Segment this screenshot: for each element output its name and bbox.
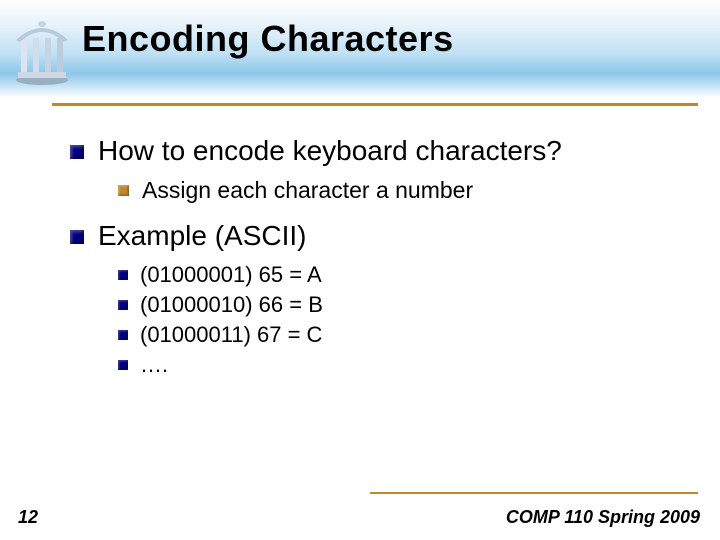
bullet-text: (01000001) 65 = A <box>140 262 322 288</box>
bullet-level1: Example (ASCII) <box>70 220 690 252</box>
slide-title: Encoding Characters <box>82 18 454 60</box>
bullet-text: How to encode keyboard characters? <box>98 135 562 167</box>
page-number: 12 <box>18 507 38 528</box>
bullet-level2: Assign each character a number <box>118 177 690 204</box>
square-bullet-icon <box>118 270 128 280</box>
bullet-level3: (01000010) 66 = B <box>118 292 690 318</box>
bullet-level1: How to encode keyboard characters? <box>70 135 690 167</box>
bullet-text: (01000011) 67 = C <box>140 322 322 348</box>
content-area: How to encode keyboard characters? Assig… <box>70 135 690 394</box>
square-bullet-icon <box>70 145 84 159</box>
course-label: COMP 110 Spring 2009 <box>506 507 700 528</box>
bullet-text: …. <box>140 352 168 378</box>
square-bullet-icon <box>118 360 128 370</box>
title-underline <box>52 103 698 106</box>
square-bullet-icon <box>70 230 84 244</box>
square-bullet-icon <box>118 185 129 196</box>
bullet-level3: (01000001) 65 = A <box>118 262 690 288</box>
bullet-level3: …. <box>118 352 690 378</box>
bullet-text: Assign each character a number <box>142 177 473 204</box>
bullet-text: (01000010) 66 = B <box>140 292 323 318</box>
square-bullet-icon <box>118 300 128 310</box>
footer-rule <box>370 492 698 494</box>
logo-old-well <box>12 14 72 86</box>
square-bullet-icon <box>118 330 128 340</box>
bullet-level3: (01000011) 67 = C <box>118 322 690 348</box>
bullet-text: Example (ASCII) <box>98 220 307 252</box>
